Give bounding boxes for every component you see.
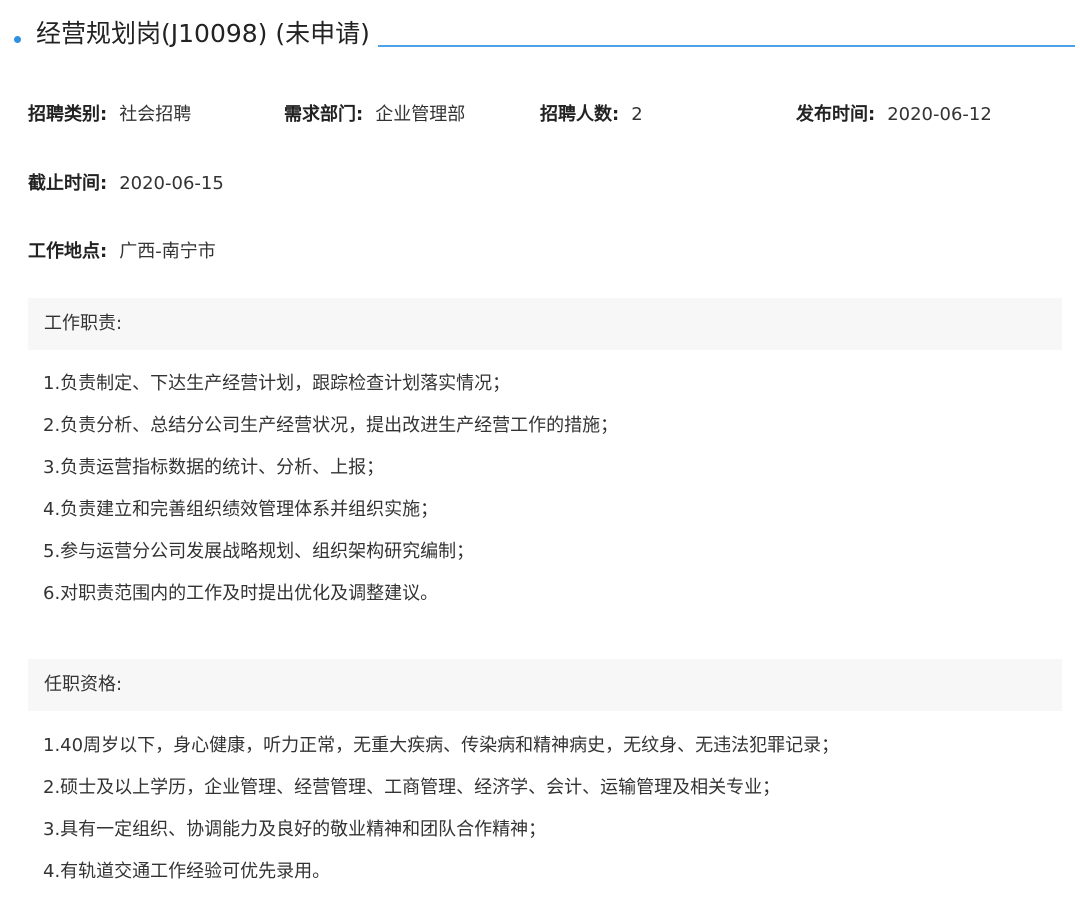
title-underline xyxy=(378,45,1075,47)
meta-deadline: 截止时间: 2020-06-15 xyxy=(28,170,224,198)
requirements-heading-band: 任职资格: xyxy=(28,659,1062,711)
meta-publish-date: 发布时间: 2020-06-12 xyxy=(796,101,992,129)
meta-location-label: 工作地点: xyxy=(28,241,108,262)
meta-department-value: 企业管理部 xyxy=(375,104,466,125)
meta-row-primary: 招聘类别: 社会招聘 需求部门: 企业管理部 招聘人数: 2 发布时间: 2020-06… xyxy=(28,101,1068,129)
duty-item: 5.参与运营分公司发展战略规划、组织架构研究编制； xyxy=(43,541,475,562)
requirement-item: 4.有轨道交通工作经验可优先录用。 xyxy=(43,861,331,882)
duty-item: 3.负责运营指标数据的统计、分析、上报； xyxy=(43,457,385,478)
meta-category-label: 招聘类别: xyxy=(28,104,108,125)
duty-item: 1.负责制定、下达生产经营计划，跟踪检查计划落实情况； xyxy=(43,373,511,394)
meta-location: 工作地点: 广西-南宁市 xyxy=(28,238,216,266)
meta-category: 招聘类别: 社会招聘 xyxy=(28,101,191,129)
duties-heading: 工作职责: xyxy=(44,313,123,334)
bullet-dot-icon xyxy=(14,36,21,43)
requirements-heading: 任职资格: xyxy=(44,674,123,695)
meta-headcount-label: 招聘人数: xyxy=(540,104,620,125)
meta-deadline-value: 2020-06-15 xyxy=(119,173,224,194)
meta-row-location: 工作地点: 广西-南宁市 xyxy=(28,238,428,266)
duty-item: 6.对职责范围内的工作及时提出优化及调整建议。 xyxy=(43,583,439,604)
job-title-row: 经营规划岗(J10098) (未申请) xyxy=(0,14,1080,58)
meta-department-label: 需求部门: xyxy=(284,104,364,125)
job-title: 经营规划岗(J10098) (未申请) xyxy=(36,19,370,48)
requirement-item: 1.40周岁以下，身心健康，听力正常，无重大疾病、传染病和精神病史，无纹身、无违… xyxy=(43,735,840,756)
requirement-item: 2.硕士及以上学历，企业管理、经营管理、工商管理、经济学、会计、运输管理及相关专… xyxy=(43,777,781,798)
duties-heading-band: 工作职责: xyxy=(28,298,1062,350)
duty-item: 2.负责分析、总结分公司生产经营状况，提出改进生产经营工作的措施； xyxy=(43,415,619,436)
meta-deadline-label: 截止时间: xyxy=(28,173,108,194)
meta-row-deadline: 截止时间: 2020-06-15 xyxy=(28,170,428,198)
meta-location-value: 广西-南宁市 xyxy=(119,241,216,262)
meta-headcount: 招聘人数: 2 xyxy=(540,101,643,129)
duty-item: 4.负责建立和完善组织绩效管理体系并组织实施； xyxy=(43,499,439,520)
meta-publish-value: 2020-06-12 xyxy=(887,104,992,125)
meta-publish-label: 发布时间: xyxy=(796,104,876,125)
requirement-item: 3.具有一定组织、协调能力及良好的敬业精神和团队合作精神； xyxy=(43,819,547,840)
meta-category-value: 社会招聘 xyxy=(119,104,192,125)
meta-headcount-value: 2 xyxy=(631,104,643,125)
meta-department: 需求部门: 企业管理部 xyxy=(284,101,465,129)
